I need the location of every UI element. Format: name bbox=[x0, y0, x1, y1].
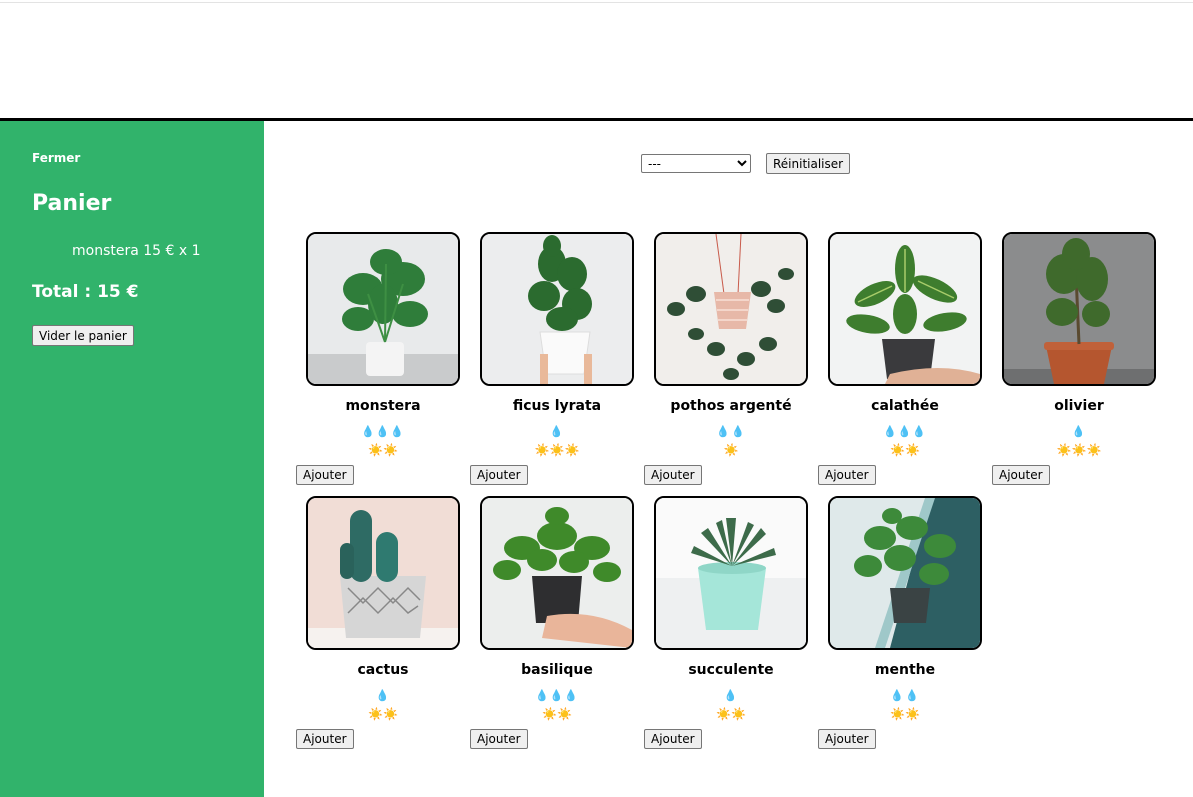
plant-card: cactus 💧 ☀️☀️ Ajouter bbox=[296, 496, 470, 756]
water-drop-icon: 💧💧💧 bbox=[882, 425, 928, 438]
plant-name: calathée bbox=[871, 398, 939, 414]
plant-name: cactus bbox=[357, 662, 409, 678]
close-cart-button[interactable]: Fermer bbox=[32, 151, 80, 165]
water-drop-icon: 💧 bbox=[549, 425, 565, 438]
pothos-image bbox=[654, 232, 808, 386]
cactus-image bbox=[306, 496, 460, 650]
monstera-image bbox=[306, 232, 460, 386]
water-drop-icon: 💧💧 bbox=[716, 425, 746, 438]
basil-image bbox=[480, 496, 634, 650]
add-to-cart-button[interactable]: Ajouter bbox=[470, 465, 528, 485]
add-to-cart-button[interactable]: Ajouter bbox=[470, 729, 528, 749]
plant-card: olivier 💧 ☀️☀️☀️ Ajouter bbox=[992, 232, 1166, 492]
plant-name: monstera bbox=[345, 398, 421, 414]
water-drop-icon: 💧 bbox=[1071, 425, 1087, 438]
sun-icon: ☀️☀️ bbox=[368, 707, 398, 721]
water-drop-icon: 💧💧💧 bbox=[534, 689, 580, 702]
ficus-image bbox=[480, 232, 634, 386]
plant-card: monstera 💧💧💧 ☀️☀️ Ajouter bbox=[296, 232, 470, 492]
cart-item: monstera 15 € x 1 bbox=[72, 243, 201, 259]
add-to-cart-button[interactable]: Ajouter bbox=[992, 465, 1050, 485]
reset-filter-button[interactable]: Réinitialiser bbox=[766, 153, 851, 174]
add-to-cart-button[interactable]: Ajouter bbox=[296, 729, 354, 749]
succulent-image bbox=[654, 496, 808, 650]
plant-card: menthe 💧💧 ☀️☀️ Ajouter bbox=[818, 496, 992, 756]
cart-title: Panier bbox=[32, 191, 112, 216]
water-drop-icon: 💧 bbox=[723, 689, 739, 702]
add-to-cart-button[interactable]: Ajouter bbox=[644, 465, 702, 485]
water-drop-icon: 💧💧💧 bbox=[360, 425, 406, 438]
sun-icon: ☀️ bbox=[723, 443, 739, 457]
sun-icon: ☀️☀️ bbox=[716, 707, 746, 721]
sun-icon: ☀️☀️ bbox=[542, 707, 572, 721]
sun-icon: ☀️☀️ bbox=[890, 707, 920, 721]
plant-name: succulente bbox=[688, 662, 774, 678]
sun-icon: ☀️☀️☀️ bbox=[534, 443, 580, 457]
header bbox=[0, 3, 1193, 118]
water-drop-icon: 💧 bbox=[375, 689, 391, 702]
plant-name: basilique bbox=[521, 662, 593, 678]
cart-sidebar: Fermer Panier monstera 15 € x 1 Total : … bbox=[0, 121, 264, 797]
add-to-cart-button[interactable]: Ajouter bbox=[818, 729, 876, 749]
mint-image bbox=[828, 496, 982, 650]
plant-name: pothos argenté bbox=[670, 398, 792, 414]
plant-name: olivier bbox=[1054, 398, 1104, 414]
sun-icon: ☀️☀️☀️ bbox=[1056, 443, 1102, 457]
plant-card: succulente 💧 ☀️☀️ Ajouter bbox=[644, 496, 818, 756]
plant-card: calathée 💧💧💧 ☀️☀️ Ajouter bbox=[818, 232, 992, 492]
sun-icon: ☀️☀️ bbox=[890, 443, 920, 457]
add-to-cart-button[interactable]: Ajouter bbox=[644, 729, 702, 749]
add-to-cart-button[interactable]: Ajouter bbox=[296, 465, 354, 485]
plant-card: ficus lyrata 💧 ☀️☀️☀️ Ajouter bbox=[470, 232, 644, 492]
calathea-image bbox=[828, 232, 982, 386]
olive-tree-image bbox=[1002, 232, 1156, 386]
empty-cart-button[interactable]: Vider le panier bbox=[32, 325, 134, 346]
plant-name: menthe bbox=[874, 662, 936, 678]
sun-icon: ☀️☀️ bbox=[368, 443, 398, 457]
category-filter-select[interactable]: --- bbox=[641, 154, 751, 173]
plant-name: ficus lyrata bbox=[512, 398, 602, 414]
water-drop-icon: 💧💧 bbox=[890, 689, 920, 702]
cart-total: Total : 15 € bbox=[32, 282, 139, 302]
plant-card: pothos argenté 💧💧 ☀️ Ajouter bbox=[644, 232, 818, 492]
plant-card: basilique 💧💧💧 ☀️☀️ Ajouter bbox=[470, 496, 644, 756]
add-to-cart-button[interactable]: Ajouter bbox=[818, 465, 876, 485]
